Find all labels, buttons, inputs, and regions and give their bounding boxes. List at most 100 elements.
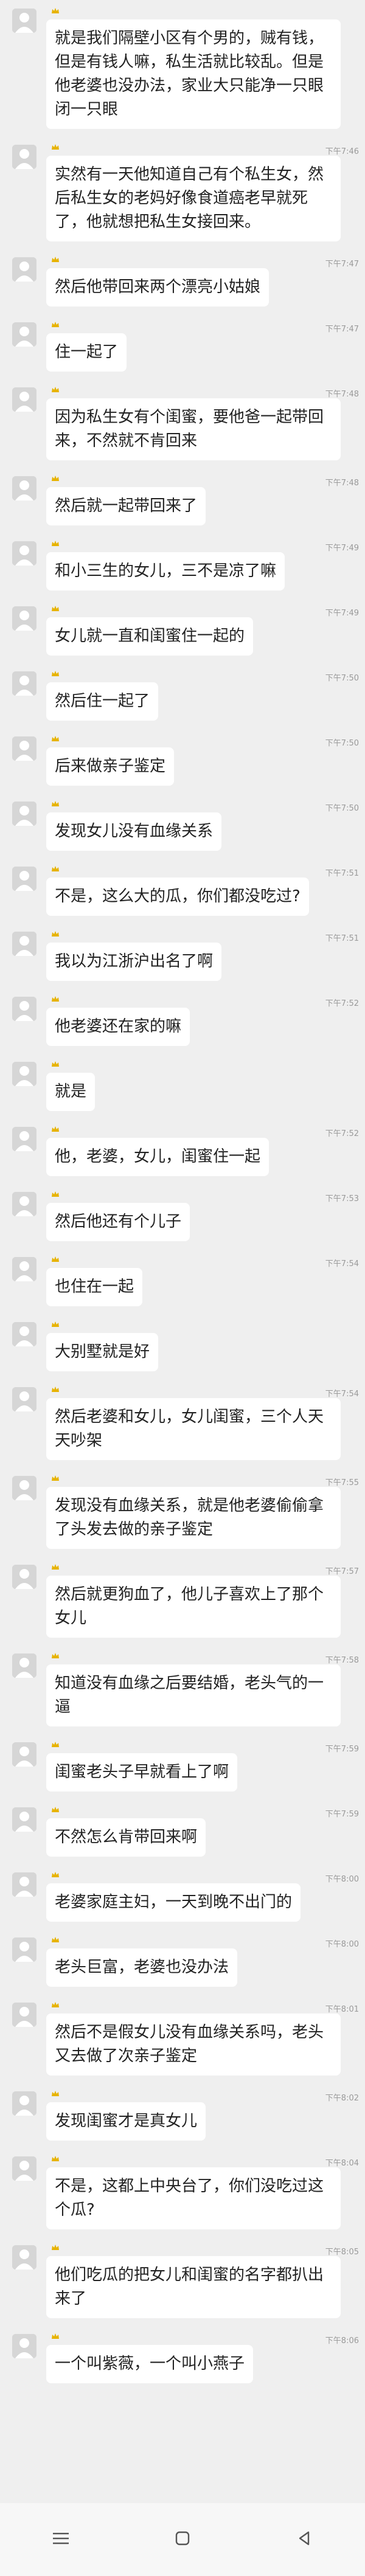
default-avatar-icon[interactable]: [12, 145, 36, 169]
message-bubble[interactable]: 女儿就一直和闺蜜住一起的: [46, 617, 254, 656]
message-bubble[interactable]: 然后他还有个儿子: [46, 1203, 190, 1241]
message-bubble[interactable]: 实然有一天他知道自己有个私生女，然后私生女的老妈好像食道癌老早就死了，他就想把私…: [46, 156, 341, 241]
default-avatar-icon[interactable]: [12, 1872, 36, 1897]
default-avatar-icon[interactable]: [12, 1062, 36, 1086]
chat-message: 下午7:59 闺蜜老头子早就看上了啊: [0, 1734, 365, 1792]
menu-button[interactable]: [43, 2521, 79, 2558]
default-avatar-icon[interactable]: [12, 1742, 36, 1767]
message-bubble[interactable]: 不然怎么肯带回来啊: [46, 1818, 206, 1857]
chat-message: 下午7:48 然后就一起带回来了: [0, 468, 365, 525]
crown-badge-icon: [51, 475, 60, 485]
message-bubble[interactable]: 然后住一起了: [46, 682, 159, 721]
chat-message: 下午8:00 老婆家庭主妇，一天到晚不出门的: [0, 1864, 365, 1922]
default-avatar-icon[interactable]: [12, 257, 36, 282]
message-bubble[interactable]: 老头巨富，老婆也没办法: [46, 1948, 238, 1987]
message-timestamp: 下午7:59: [325, 1745, 359, 1754]
message-bubble[interactable]: 知道没有血缘之后要结婚，老头气的一逼: [46, 1664, 341, 1726]
message-bubble[interactable]: 闺蜜老头子早就看上了啊: [46, 1753, 238, 1792]
message-bubble[interactable]: 也住在一起: [46, 1268, 143, 1306]
message-bubble[interactable]: 和小三生的女儿，三不是凉了嘛: [46, 552, 285, 590]
message-bubble[interactable]: 一个叫紫薇，一个叫小燕子: [46, 2345, 254, 2383]
message-timestamp: 下午7:53: [325, 1194, 359, 1203]
default-avatar-icon[interactable]: [12, 541, 36, 566]
default-avatar-icon[interactable]: [12, 1937, 36, 1962]
chat-message: 就是: [0, 1053, 365, 1111]
message-bubble[interactable]: 然后就一起带回来了: [46, 487, 206, 525]
default-avatar-icon[interactable]: [12, 2334, 36, 2358]
chat-message: 下午7:50 后来做亲子鉴定: [0, 728, 365, 786]
crown-badge-icon: [51, 256, 60, 266]
message-bubble[interactable]: 不是，这都上中央台了，你们没吃过这个瓜?: [46, 2167, 341, 2229]
message-bubble[interactable]: 他老婆还在家的嘛: [46, 1008, 190, 1046]
message-bubble[interactable]: 然后就更狗血了，他儿子喜欢上了那个女儿: [46, 1576, 341, 1638]
chat-message-list[interactable]: 就是我们隔壁小区有个男的，贼有钱，但是有钱人嘛，私生活就比较乱。但是他老婆也没办…: [0, 0, 365, 2481]
message-bubble[interactable]: 就是: [46, 1073, 96, 1111]
message-bubble[interactable]: 就是我们隔壁小区有个男的，贼有钱，但是有钱人嘛，私生活就比较乱。但是他老婆也没办…: [46, 19, 341, 129]
crown-badge-icon: [51, 2001, 60, 2011]
crown-badge-icon: [51, 800, 60, 810]
chat-message: 下午7:49 和小三生的女儿，三不是凉了嘛: [0, 533, 365, 590]
default-avatar-icon[interactable]: [12, 932, 36, 956]
message-bubble[interactable]: 然后老婆和女儿，女儿闺蜜，三个人天天吵架: [46, 1398, 341, 1460]
message-timestamp: 下午7:50: [325, 739, 359, 748]
message-timestamp: 下午7:59: [325, 1810, 359, 1819]
back-button[interactable]: [286, 2521, 322, 2558]
message-bubble[interactable]: 发现闺蜜才是真女儿: [46, 2102, 206, 2141]
crown-badge-icon: [51, 1563, 60, 1573]
default-avatar-icon[interactable]: [12, 867, 36, 891]
message-bubble[interactable]: 因为私生女有个闺蜜，要他爸一起带回来，不然就不肯回来: [46, 398, 341, 460]
default-avatar-icon[interactable]: [12, 1476, 36, 1500]
chat-message: 下午7:46 实然有一天他知道自己有个私生女，然后私生女的老妈好像食道癌老早就死了…: [0, 136, 365, 241]
crown-badge-icon: [51, 1871, 60, 1881]
chat-message: 下午8:04 不是，这都上中央台了，你们没吃过这个瓜?: [0, 2148, 365, 2229]
default-avatar-icon[interactable]: [12, 606, 36, 631]
default-avatar-icon[interactable]: [12, 671, 36, 696]
crown-badge-icon: [51, 1321, 60, 1331]
chat-message: 下午7:59 不然怎么肯带回来啊: [0, 1799, 365, 1857]
message-bubble[interactable]: 发现女儿没有血缘关系: [46, 812, 222, 851]
default-avatar-icon[interactable]: [12, 736, 36, 761]
message-timestamp: 下午7:52: [325, 999, 359, 1008]
default-avatar-icon[interactable]: [12, 9, 36, 33]
crown-badge-icon: [51, 321, 60, 331]
message-bubble[interactable]: 不是，这么大的瓜，你们都没吃过?: [46, 878, 309, 916]
message-bubble[interactable]: 然后不是假女儿没有血缘关系吗，老头又去做了次亲子鉴定: [46, 2013, 341, 2076]
crown-badge-icon: [51, 1256, 60, 1265]
message-timestamp: 下午7:49: [325, 544, 359, 553]
message-timestamp: 下午7:47: [325, 260, 359, 269]
message-bubble[interactable]: 然后他带回来两个漂亮小姑娘: [46, 268, 269, 306]
message-bubble[interactable]: 后来做亲子鉴定: [46, 747, 175, 786]
default-avatar-icon[interactable]: [12, 2156, 36, 2181]
default-avatar-icon[interactable]: [12, 476, 36, 500]
message-bubble[interactable]: 他们吃瓜的把女儿和闺蜜的名字都扒出来了: [46, 2256, 341, 2318]
chat-message: 下午8:00 老头巨富，老婆也没办法: [0, 1929, 365, 1987]
message-bubble[interactable]: 住一起了: [46, 333, 127, 372]
default-avatar-icon[interactable]: [12, 1257, 36, 1281]
home-button[interactable]: [164, 2521, 201, 2558]
default-avatar-icon[interactable]: [12, 1387, 36, 1411]
message-timestamp: 下午7:46: [325, 147, 359, 156]
default-avatar-icon[interactable]: [12, 1322, 36, 1346]
default-avatar-icon[interactable]: [12, 2003, 36, 2027]
default-avatar-icon[interactable]: [12, 997, 36, 1021]
default-avatar-icon[interactable]: [12, 387, 36, 412]
chat-message: 下午7:58 知道没有血缘之后要结婚，老头气的一逼: [0, 1645, 365, 1726]
default-avatar-icon[interactable]: [12, 1127, 36, 1151]
default-avatar-icon[interactable]: [12, 2245, 36, 2270]
message-bubble[interactable]: 他，老婆，女儿，闺蜜住一起: [46, 1138, 269, 1176]
message-bubble[interactable]: 大别墅就是好: [46, 1333, 159, 1371]
default-avatar-icon[interactable]: [12, 1653, 36, 1678]
chat-message: 就是我们隔壁小区有个男的，贼有钱，但是有钱人嘛，私生活就比较乱。但是他老婆也没办…: [0, 0, 365, 129]
default-avatar-icon[interactable]: [12, 802, 36, 826]
default-avatar-icon[interactable]: [12, 1192, 36, 1216]
crown-badge-icon: [51, 735, 60, 745]
message-bubble[interactable]: 发现没有血缘关系，就是他老婆偷偷拿了头发去做的亲子鉴定: [46, 1487, 341, 1549]
default-avatar-icon[interactable]: [12, 2091, 36, 2116]
message-bubble[interactable]: 我以为江浙沪出名了啊: [46, 943, 222, 981]
default-avatar-icon[interactable]: [12, 1565, 36, 1589]
crown-badge-icon: [51, 1191, 60, 1200]
message-bubble[interactable]: 老婆家庭主妇，一天到晚不出门的: [46, 1883, 301, 1922]
default-avatar-icon[interactable]: [12, 1807, 36, 1832]
chat-message: 下午7:50 发现女儿没有血缘关系: [0, 793, 365, 851]
default-avatar-icon[interactable]: [12, 322, 36, 347]
